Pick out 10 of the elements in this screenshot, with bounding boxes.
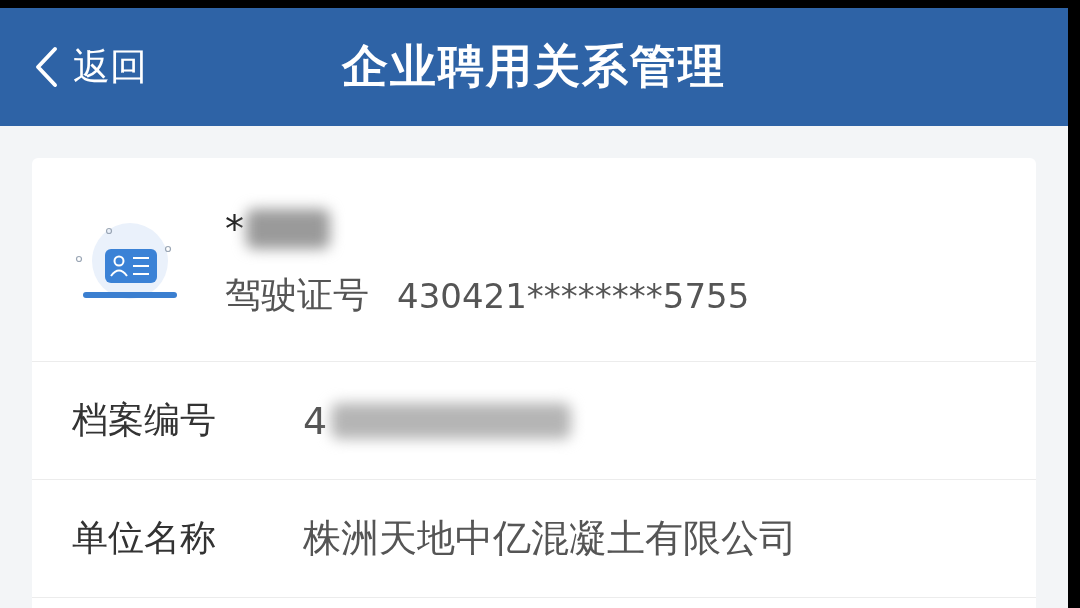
field-label: 档案编号 bbox=[72, 398, 217, 442]
license-label: 驾驶证号 bbox=[225, 273, 369, 317]
license-number: 430421********5755 bbox=[397, 275, 750, 316]
name-text: * bbox=[225, 210, 244, 248]
back-chevron-icon bbox=[33, 46, 59, 88]
back-button[interactable]: 返回 bbox=[33, 42, 147, 92]
page-title: 企业聘用关系管理 bbox=[342, 38, 726, 95]
field-value: 4 bbox=[303, 398, 328, 443]
field-label: 单位名称 bbox=[72, 516, 217, 560]
field-value: 株洲天地中亿混凝土有限公司 bbox=[303, 515, 797, 562]
